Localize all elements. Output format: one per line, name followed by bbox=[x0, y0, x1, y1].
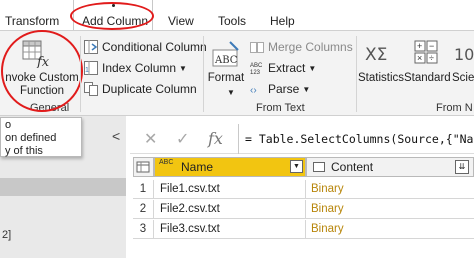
extract-dropdown-icon[interactable]: ▼ bbox=[308, 64, 316, 73]
ribbon-separator bbox=[80, 36, 81, 112]
svg-text:−: − bbox=[429, 41, 434, 51]
svg-text:×: × bbox=[417, 53, 422, 63]
column-header-content-label: Content bbox=[331, 160, 374, 174]
text-type-icon[interactable]: ABC bbox=[159, 159, 179, 167]
formula-input[interactable]: = Table.SelectColumns(Source,{"Name", bbox=[238, 124, 474, 154]
column-filter-dropdown-icon[interactable]: ▼ bbox=[290, 160, 303, 173]
invoke-function-tooltip: o on defined y of this bbox=[0, 117, 82, 157]
tooltip-line-1: o bbox=[5, 119, 12, 131]
extract-abc-text: ABC bbox=[250, 63, 263, 69]
row-number: 1 bbox=[133, 180, 154, 199]
table-corner-menu[interactable] bbox=[133, 157, 154, 177]
column-header-content[interactable]: Content ⇊ bbox=[306, 157, 474, 177]
statistics-sigma-text: XΣ bbox=[365, 45, 387, 65]
format-icon[interactable]: ABC bbox=[210, 40, 242, 68]
tab-transform[interactable]: Transform bbox=[5, 14, 59, 28]
conditional-column-icon bbox=[84, 40, 98, 54]
merge-columns-button[interactable]: Merge Columns bbox=[250, 38, 353, 56]
commit-icon[interactable]: ✓ bbox=[176, 129, 189, 149]
row-number: 2 bbox=[133, 200, 154, 219]
standard-label[interactable]: Standard bbox=[404, 72, 451, 84]
extract-label: Extract bbox=[268, 61, 306, 75]
duplicate-column-icon bbox=[84, 82, 98, 96]
table-cell-content-binary[interactable]: Binary bbox=[306, 200, 474, 219]
index-column-dropdown-icon[interactable]: ▼ bbox=[179, 64, 187, 73]
index-column-button[interactable]: 1 Index Column ▼ bbox=[84, 59, 187, 77]
extract-123-text: 123 bbox=[250, 70, 261, 75]
format-dropdown-icon[interactable]: ▼ bbox=[224, 86, 235, 98]
svg-text:1: 1 bbox=[85, 67, 89, 74]
tooltip-line-3: y of this bbox=[5, 145, 43, 157]
parse-label: Parse bbox=[268, 82, 300, 96]
svg-text:+: + bbox=[417, 41, 422, 51]
table-cell-name[interactable]: File1.csv.txt bbox=[154, 180, 306, 199]
tab-view[interactable]: View bbox=[168, 14, 194, 28]
duplicate-column-label: Duplicate Column bbox=[102, 82, 197, 96]
group-label-from-text: From Text bbox=[256, 102, 305, 114]
merge-columns-icon bbox=[250, 40, 264, 54]
conditional-column-button[interactable]: Conditional Column bbox=[84, 38, 207, 56]
ribbon-separator bbox=[356, 36, 357, 112]
extract-button[interactable]: ABC 123 Extract ▼ bbox=[250, 59, 316, 77]
queries-pane-item-text: 2] bbox=[2, 229, 12, 241]
expand-binary-icon[interactable]: ⇊ bbox=[455, 160, 469, 174]
cancel-icon[interactable]: ✕ bbox=[144, 129, 157, 149]
annotation-ellipse-add-column bbox=[70, 2, 154, 30]
parse-icon: ‹› bbox=[250, 82, 264, 96]
svg-text:÷: ÷ bbox=[429, 53, 434, 63]
scientific-icon[interactable]: 10 bbox=[454, 40, 474, 66]
duplicate-column-button[interactable]: Duplicate Column bbox=[84, 80, 197, 98]
table-cell-content-binary[interactable]: Binary bbox=[306, 220, 474, 239]
binary-type-icon[interactable] bbox=[313, 162, 325, 172]
scientific-10-text: 10 bbox=[454, 45, 474, 64]
extract-icon: ABC 123 bbox=[250, 61, 264, 76]
standard-icon[interactable]: + − × ÷ bbox=[414, 40, 440, 66]
conditional-column-label: Conditional Column bbox=[102, 40, 207, 54]
group-label-from-number: From N bbox=[436, 102, 473, 114]
ribbon-separator bbox=[203, 36, 204, 112]
table-icon bbox=[136, 161, 150, 173]
format-abc-text: ABC bbox=[214, 55, 238, 66]
merge-columns-label: Merge Columns bbox=[268, 40, 353, 54]
parse-button[interactable]: ‹› Parse ▼ bbox=[250, 80, 310, 98]
table-cell-name[interactable]: File3.csv.txt bbox=[154, 220, 306, 239]
table-cell-content-binary[interactable]: Binary bbox=[306, 180, 474, 199]
parse-dropdown-icon[interactable]: ▼ bbox=[302, 85, 310, 94]
svg-text:‹›: ‹› bbox=[250, 85, 257, 96]
tab-tools[interactable]: Tools bbox=[218, 14, 246, 28]
scientific-label[interactable]: Scie bbox=[452, 72, 474, 84]
tooltip-line-2: on defined bbox=[5, 132, 57, 144]
column-header-name[interactable]: ABC Name ▼ bbox=[154, 157, 306, 177]
queries-pane-selected-item[interactable] bbox=[0, 178, 126, 196]
collapse-pane-icon[interactable]: < bbox=[112, 128, 120, 144]
index-column-label: Index Column bbox=[102, 61, 177, 75]
index-column-icon: 1 bbox=[84, 61, 98, 75]
tab-help[interactable]: Help bbox=[270, 14, 295, 28]
table-cell-name[interactable]: File2.csv.txt bbox=[154, 200, 306, 219]
annotation-ellipse-invoke bbox=[1, 30, 83, 112]
row-number: 3 bbox=[133, 220, 154, 239]
statistics-label[interactable]: Statistics bbox=[358, 72, 404, 84]
column-header-name-label: Name bbox=[181, 160, 214, 174]
fx-icon[interactable]: fx bbox=[208, 129, 223, 148]
statistics-icon[interactable]: XΣ bbox=[363, 40, 391, 66]
format-label[interactable]: Format bbox=[206, 72, 246, 84]
